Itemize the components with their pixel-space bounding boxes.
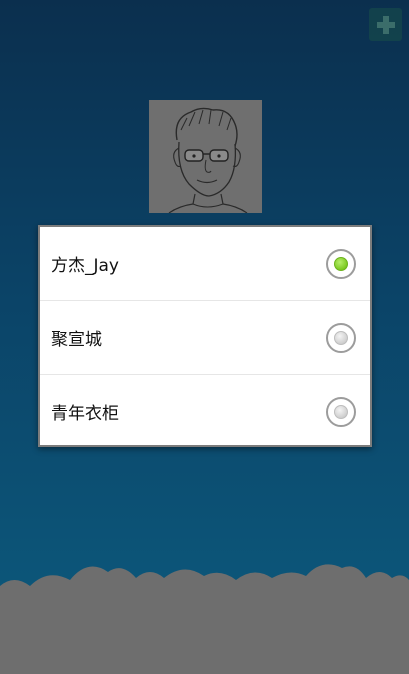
radio-button[interactable] [326, 396, 356, 427]
app-screen: 方杰_Jay 聚宣城 青年衣柜 [0, 0, 409, 674]
avatar[interactable] [149, 100, 262, 213]
account-option[interactable]: 聚宣城 [40, 301, 370, 374]
radio-dot-icon [334, 404, 348, 419]
account-select-dialog: 方杰_Jay 聚宣城 青年衣柜 [38, 225, 372, 447]
add-button[interactable] [369, 8, 402, 41]
plus-icon [376, 15, 395, 34]
account-option[interactable]: 青年衣柜 [40, 375, 370, 448]
account-option-label: 青年衣柜 [51, 404, 119, 424]
avatar-sketch-icon [149, 100, 262, 213]
account-option[interactable]: 方杰_Jay [40, 227, 370, 300]
radio-dot-icon [334, 330, 348, 345]
account-option-label: 方杰_Jay [51, 256, 119, 276]
account-option-label: 聚宣城 [51, 330, 102, 350]
radio-button-checked[interactable] [326, 248, 356, 279]
radio-dot-icon [334, 256, 348, 271]
radio-button[interactable] [326, 322, 356, 353]
cloud-decoration [0, 564, 409, 674]
